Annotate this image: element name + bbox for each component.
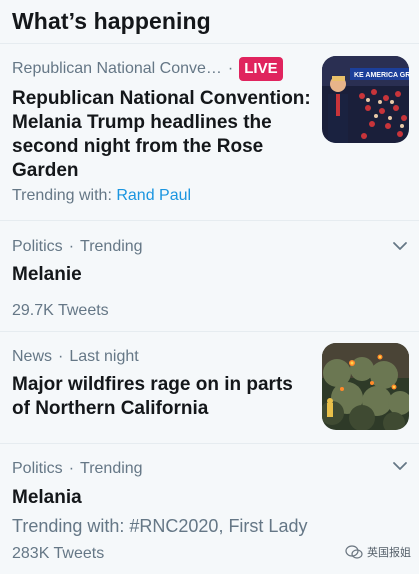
trending-with: Trending with: #RNC2020, First Lady (12, 516, 308, 536)
trend-title: Melanie (12, 264, 82, 285)
trend-item-melanie[interactable]: Politics · Trending Melanie 29.7K Tweets (0, 221, 419, 332)
trend-timing: Trending (80, 238, 143, 255)
trend-item-wildfires[interactable]: News · Last night Major wildfires rage o… (0, 332, 419, 444)
panel-header: What’s happening (0, 0, 419, 44)
separator-dot: · (227, 60, 234, 77)
separator-dot: · (68, 460, 75, 477)
live-badge: LIVE (239, 57, 283, 81)
trend-category: Republican National Conve… (12, 60, 222, 77)
trend-category: News (12, 348, 53, 365)
trends-panel: What’s happening Republican National Con… (0, 0, 419, 574)
chevron-down-icon[interactable] (392, 458, 408, 474)
watermark-text: 英国报姐 (367, 547, 411, 559)
wildfire-image (322, 343, 409, 430)
trending-with: Trending with: Rand Paul (12, 185, 407, 207)
trend-meta: Politics · Trending (12, 237, 407, 257)
trend-title: Major wildfires rage on in parts of Nort… (12, 374, 293, 419)
trending-link-rand-paul[interactable]: Rand Paul (116, 187, 191, 204)
trend-title: Republican National Convention: Melania … (12, 88, 311, 181)
trend-meta: Politics · Trending (12, 459, 407, 479)
trend-timing: Trending (80, 460, 143, 477)
trend-title: Melania (12, 487, 82, 508)
trend-item-rnc[interactable]: Republican National Conve… · LIVE Republ… (0, 44, 419, 221)
trend-category: Politics (12, 460, 63, 477)
watermark: 英国报姐 (345, 544, 411, 560)
svg-text:KE AMERICA GREAT: KE AMERICA GREAT (354, 72, 409, 79)
tweet-count: 29.7K Tweets (12, 302, 109, 319)
chevron-down-icon[interactable] (392, 238, 408, 254)
trend-timing: Last night (69, 348, 139, 365)
wechat-icon (345, 545, 363, 559)
panel-title: What’s happening (12, 8, 211, 34)
rnc-crowd-image: KE AMERICA GREAT (322, 56, 409, 143)
separator-dot: · (68, 238, 75, 255)
trend-category: Politics (12, 238, 63, 255)
trending-with-label: Trending with: (12, 187, 117, 204)
separator-dot: · (58, 348, 64, 365)
